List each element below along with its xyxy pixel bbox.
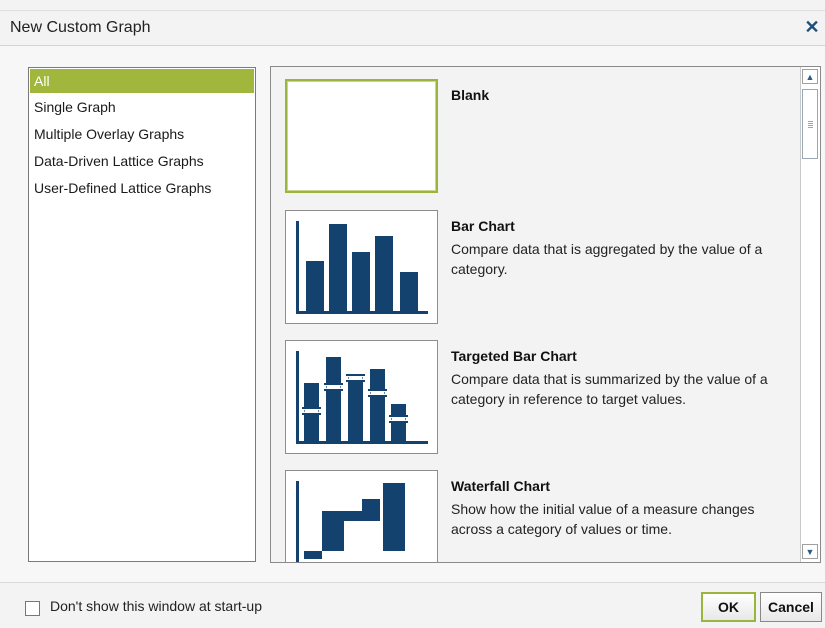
graph-title-targeted-bar-chart: Targeted Bar Chart xyxy=(451,348,577,364)
graph-description-waterfall-chart: Show how the initial value of a measure … xyxy=(451,501,755,537)
graph-tile-blank[interactable] xyxy=(285,79,438,193)
dialog-footer: Don't show this window at start-up OK Ca… xyxy=(0,582,825,628)
graph-description-bar-chart: Compare data that is aggregated by the v… xyxy=(451,241,763,277)
graph-title-bar-chart: Bar Chart xyxy=(451,218,515,234)
scrollbar-thumb[interactable] xyxy=(802,89,818,159)
grip-line xyxy=(808,125,813,126)
graph-description-targeted-bar-chart: Compare data that is summarized by the v… xyxy=(451,371,768,407)
scroll-up-icon[interactable]: ▲ xyxy=(802,69,818,84)
dont-show-checkbox-label[interactable]: Don't show this window at start-up xyxy=(50,598,262,614)
ok-button[interactable]: OK xyxy=(701,592,756,622)
graph-tile-waterfall-chart[interactable] xyxy=(285,470,438,562)
dialog-title: New Custom Graph xyxy=(10,19,151,36)
graph-gallery: Blank Bar Chart Compare data that is agg… xyxy=(270,66,821,563)
gallery-scrollbar[interactable]: ▲ ▼ xyxy=(800,67,820,562)
bar-chart-icon xyxy=(296,221,428,314)
dialog-body: All Single Graph Multiple Overlay Graphs… xyxy=(0,46,825,582)
category-item-all[interactable]: All xyxy=(30,69,254,93)
cancel-button[interactable]: Cancel xyxy=(760,592,822,622)
targeted-bar-chart-icon xyxy=(296,351,428,444)
graph-title-waterfall-chart: Waterfall Chart xyxy=(451,478,551,494)
grip-line xyxy=(808,121,813,122)
scroll-down-icon[interactable]: ▼ xyxy=(802,544,818,559)
new-custom-graph-dialog: New Custom Graph ✕ All Single Graph Mult… xyxy=(0,0,825,628)
graph-tile-targeted-bar-chart[interactable] xyxy=(285,340,438,454)
category-list: All Single Graph Multiple Overlay Graphs… xyxy=(28,67,256,562)
graph-title-blank: Blank xyxy=(451,87,490,103)
title-bar: New Custom Graph ✕ xyxy=(0,10,825,46)
grip-line xyxy=(808,123,813,124)
grip-line xyxy=(808,127,813,128)
graph-tile-bar-chart[interactable] xyxy=(285,210,438,324)
close-icon[interactable]: ✕ xyxy=(803,17,821,37)
waterfall-chart-icon xyxy=(296,481,405,562)
category-item-data-driven-lattice-graphs[interactable]: Data-Driven Lattice Graphs xyxy=(29,148,255,175)
dont-show-checkbox[interactable] xyxy=(25,601,40,616)
category-item-user-defined-lattice-graphs[interactable]: User-Defined Lattice Graphs xyxy=(29,175,255,202)
category-item-multiple-overlay-graphs[interactable]: Multiple Overlay Graphs xyxy=(29,121,255,148)
category-item-single-graph[interactable]: Single Graph xyxy=(29,94,255,121)
